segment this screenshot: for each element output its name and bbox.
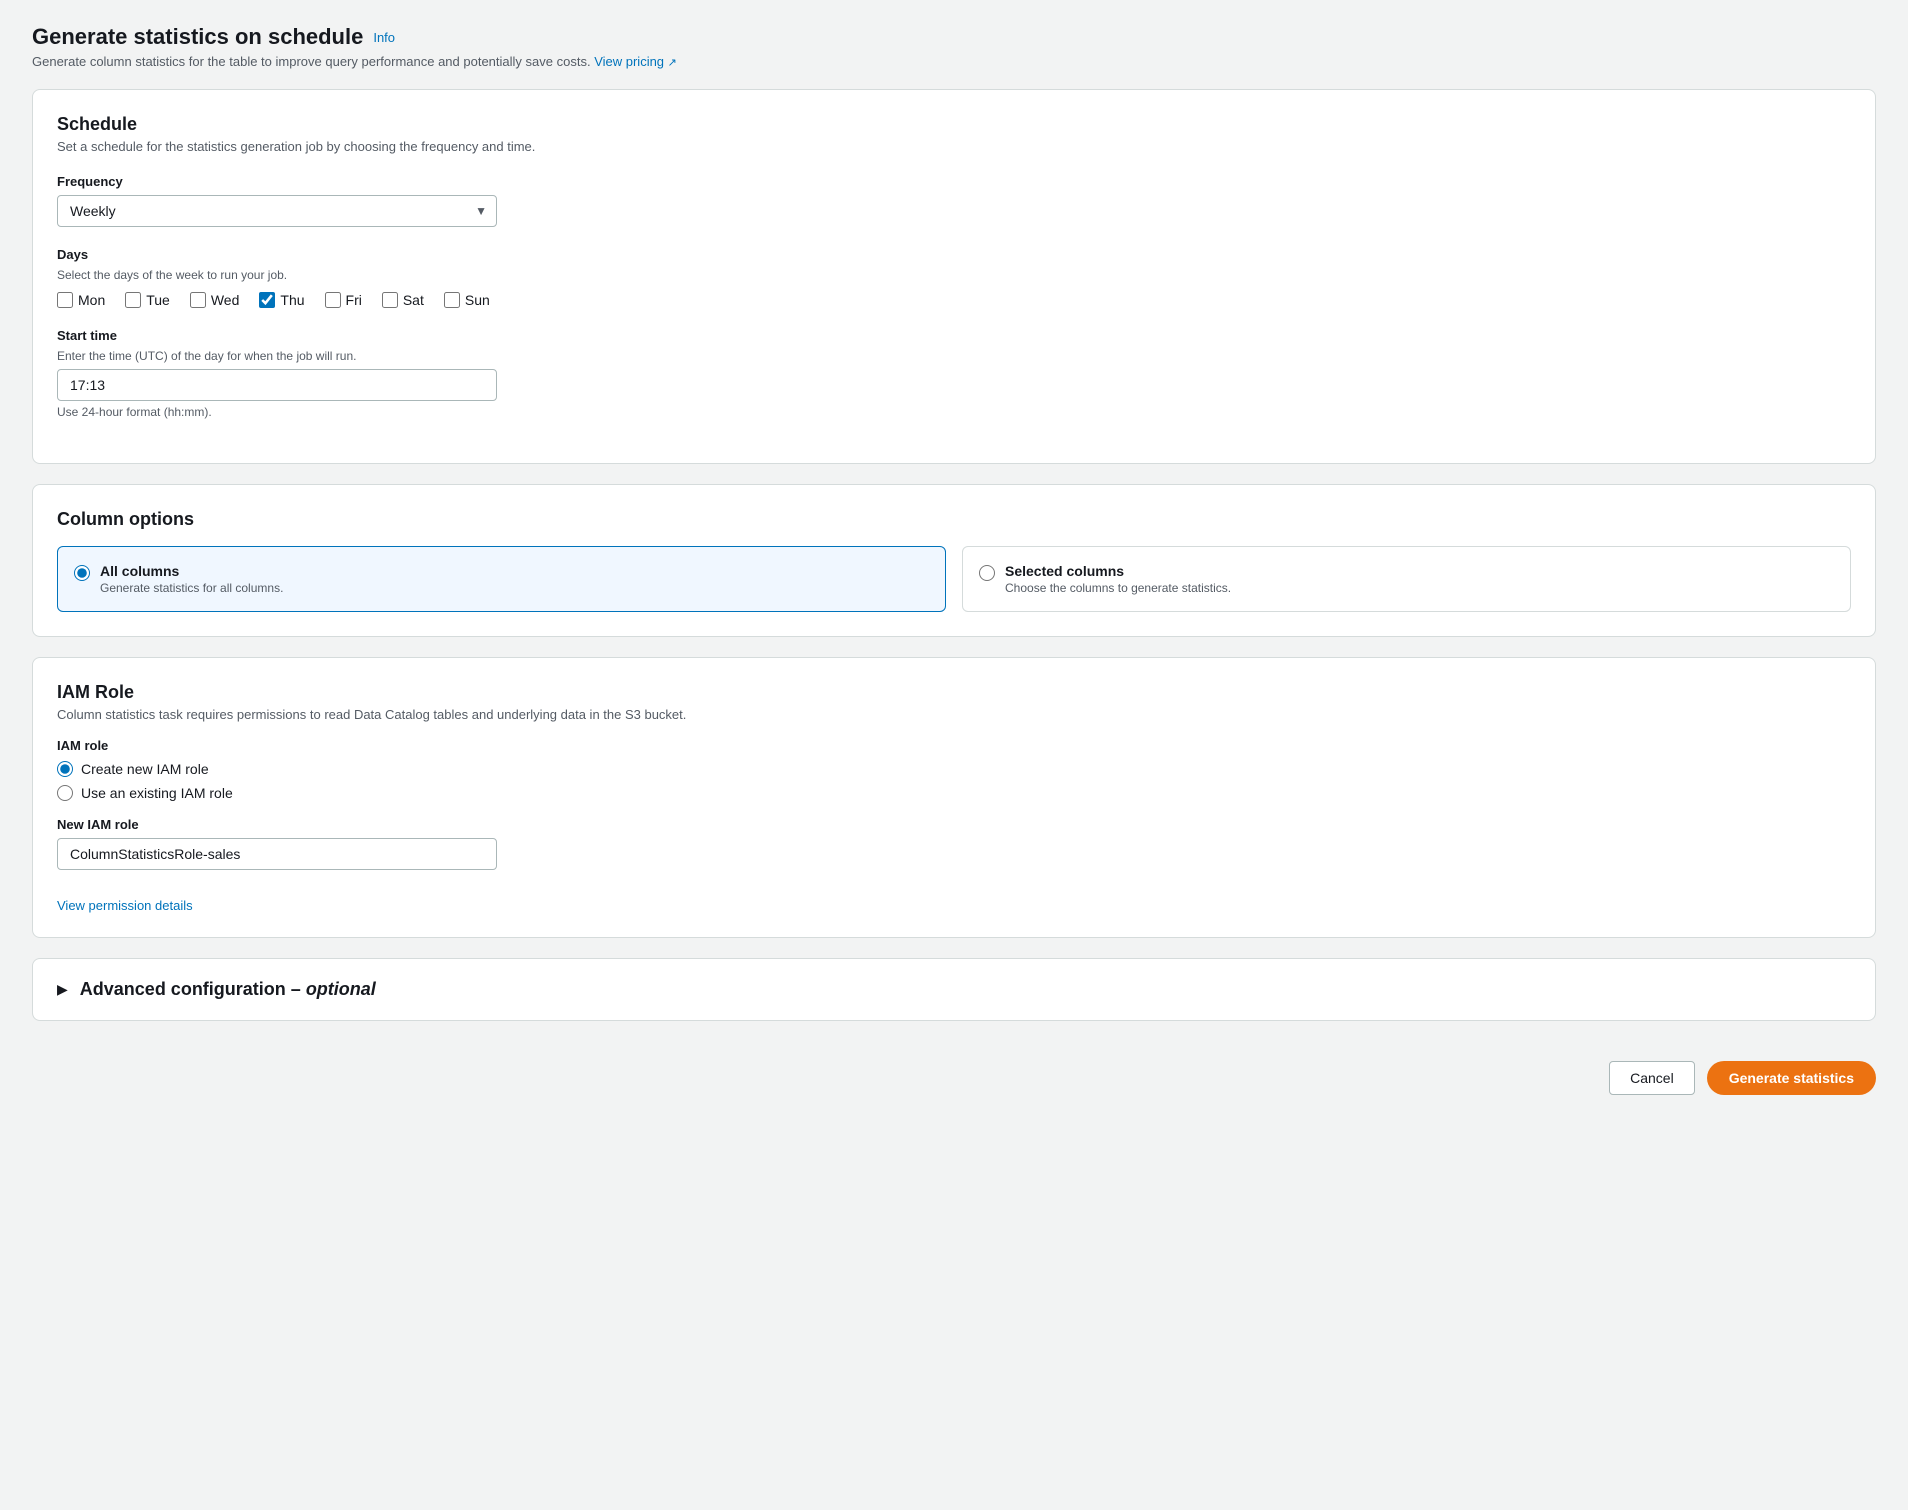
iam-role-subtitle: Column statistics task requires permissi… [57, 707, 1851, 722]
use-existing-iam-radio[interactable] [57, 785, 73, 801]
cancel-button[interactable]: Cancel [1609, 1061, 1695, 1095]
day-mon-label: Mon [78, 292, 105, 308]
days-checkboxes: Mon Tue Wed Thu Fri Sat [57, 292, 1851, 308]
column-options-title: Column options [57, 509, 1851, 530]
use-existing-iam-label: Use an existing IAM role [81, 785, 233, 801]
day-thu[interactable]: Thu [259, 292, 304, 308]
day-thu-label: Thu [280, 292, 304, 308]
iam-role-card: IAM Role Column statistics task requires… [32, 657, 1876, 938]
day-fri-label: Fri [346, 292, 362, 308]
all-columns-content: All columns Generate statistics for all … [100, 563, 283, 595]
triangle-right-icon: ▶ [57, 981, 68, 998]
page-header: Generate statistics on schedule Info Gen… [32, 24, 1876, 69]
day-sat-checkbox[interactable] [382, 292, 398, 308]
pricing-link[interactable]: View pricing ↗ [594, 54, 677, 69]
start-time-helper: Enter the time (UTC) of the day for when… [57, 349, 1851, 363]
day-sun-label: Sun [465, 292, 490, 308]
start-time-group: Start time Enter the time (UTC) of the d… [57, 328, 1851, 419]
create-new-iam-role-item[interactable]: Create new IAM role [57, 761, 1851, 777]
day-tue-label: Tue [146, 292, 170, 308]
frequency-select-wrapper: Weekly Hourly Daily Monthly Custom ▼ [57, 195, 497, 227]
day-sat-label: Sat [403, 292, 424, 308]
days-helper: Select the days of the week to run your … [57, 268, 1851, 282]
days-group: Days Select the days of the week to run … [57, 247, 1851, 308]
selected-columns-content: Selected columns Choose the columns to g… [1005, 563, 1231, 595]
iam-role-radio-group: IAM role Create new IAM role Use an exis… [57, 738, 1851, 801]
all-columns-title: All columns [100, 563, 283, 579]
day-fri[interactable]: Fri [325, 292, 362, 308]
schedule-card: Schedule Set a schedule for the statisti… [32, 89, 1876, 464]
start-time-hint: Use 24-hour format (hh:mm). [57, 405, 1851, 419]
all-columns-radio[interactable] [74, 565, 90, 581]
day-wed[interactable]: Wed [190, 292, 240, 308]
footer-buttons: Cancel Generate statistics [32, 1041, 1876, 1115]
view-permission-link[interactable]: View permission details [57, 898, 193, 913]
new-iam-role-label: New IAM role [57, 817, 1851, 832]
info-link[interactable]: Info [373, 30, 395, 45]
selected-columns-desc: Choose the columns to generate statistic… [1005, 581, 1231, 595]
all-columns-desc: Generate statistics for all columns. [100, 581, 283, 595]
selected-columns-title: Selected columns [1005, 563, 1231, 579]
new-iam-role-group: New IAM role [57, 817, 1851, 870]
days-label: Days [57, 247, 1851, 262]
day-tue[interactable]: Tue [125, 292, 170, 308]
advanced-config-toggle[interactable]: ▶ Advanced configuration – optional [57, 979, 1851, 1000]
external-link-icon: ↗ [668, 57, 677, 69]
frequency-group: Frequency Weekly Hourly Daily Monthly Cu… [57, 174, 1851, 227]
new-iam-role-input[interactable] [57, 838, 497, 870]
start-time-input[interactable] [57, 369, 497, 401]
selected-columns-option[interactable]: Selected columns Choose the columns to g… [962, 546, 1851, 612]
frequency-select[interactable]: Weekly Hourly Daily Monthly Custom [57, 195, 497, 227]
selected-columns-radio[interactable] [979, 565, 995, 581]
iam-role-label: IAM role [57, 738, 1851, 753]
day-tue-checkbox[interactable] [125, 292, 141, 308]
all-columns-option[interactable]: All columns Generate statistics for all … [57, 546, 946, 612]
create-new-iam-radio[interactable] [57, 761, 73, 777]
day-wed-checkbox[interactable] [190, 292, 206, 308]
page-subtitle: Generate column statistics for the table… [32, 54, 1876, 69]
generate-statistics-button[interactable]: Generate statistics [1707, 1061, 1876, 1095]
day-sun-checkbox[interactable] [444, 292, 460, 308]
create-new-iam-label: Create new IAM role [81, 761, 209, 777]
schedule-subtitle: Set a schedule for the statistics genera… [57, 139, 1851, 154]
column-options-grid: All columns Generate statistics for all … [57, 546, 1851, 612]
schedule-title: Schedule [57, 114, 1851, 135]
page-title: Generate statistics on schedule [32, 24, 363, 50]
use-existing-iam-role-item[interactable]: Use an existing IAM role [57, 785, 1851, 801]
advanced-config-card: ▶ Advanced configuration – optional [32, 958, 1876, 1021]
iam-role-title: IAM Role [57, 682, 1851, 703]
day-fri-checkbox[interactable] [325, 292, 341, 308]
frequency-label: Frequency [57, 174, 1851, 189]
day-sat[interactable]: Sat [382, 292, 424, 308]
day-thu-checkbox[interactable] [259, 292, 275, 308]
day-mon[interactable]: Mon [57, 292, 105, 308]
column-options-card: Column options All columns Generate stat… [32, 484, 1876, 637]
day-mon-checkbox[interactable] [57, 292, 73, 308]
day-wed-label: Wed [211, 292, 240, 308]
start-time-label: Start time [57, 328, 1851, 343]
day-sun[interactable]: Sun [444, 292, 490, 308]
advanced-config-title: Advanced configuration – optional [80, 979, 376, 1000]
